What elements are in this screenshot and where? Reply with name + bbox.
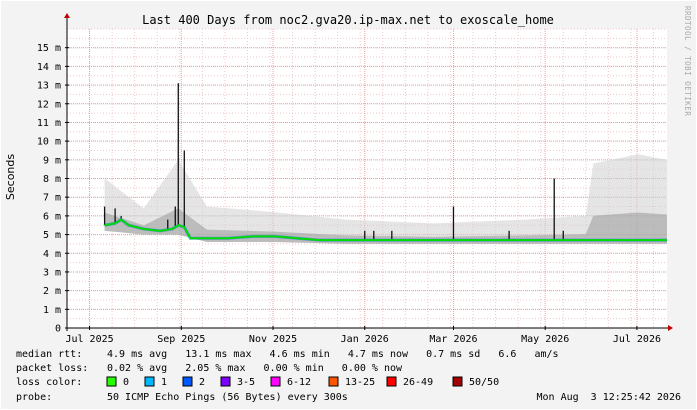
y-tick-label: 7 m	[43, 193, 61, 204]
loss-color-swatch	[106, 376, 117, 387]
loss-color-label: loss color:	[16, 377, 82, 388]
packet-loss-values: 0.02 % avg 2.05 % max 0.00 % min 0.00 % …	[107, 363, 403, 374]
timestamp: Mon Aug 3 12:25:42 2026	[537, 392, 682, 403]
loss-color-swatch	[452, 376, 463, 387]
loss-color-swatch-label: 2	[199, 377, 205, 388]
loss-color-swatch-label: 13-25	[345, 377, 375, 388]
loss-color-swatch	[182, 376, 193, 387]
loss-color-swatch	[328, 376, 339, 387]
probe-values: 50 ICMP Echo Pings (56 Bytes) every 300s	[107, 392, 348, 403]
median-rtt-label: median rtt:	[16, 349, 82, 360]
y-tick-label: 3 m	[43, 267, 61, 278]
x-tick-label: Jan 2026	[341, 334, 389, 345]
loss-color-swatch-label: 1	[161, 377, 167, 388]
chart-title: Last 400 Days from noc2.gva20.ip-max.net…	[142, 13, 554, 27]
y-tick-label: 15 m	[37, 43, 61, 54]
y-tick-label: 12 m	[37, 99, 61, 110]
x-tick-label: Jul 2026	[613, 334, 661, 345]
y-tick-label: 9 m	[43, 155, 61, 166]
loss-color-swatch-label: 0	[123, 377, 129, 388]
y-tick-label: 14 m	[37, 62, 61, 73]
y-tick-label: 6 m	[43, 211, 61, 222]
y-tick-label: 1 m	[43, 305, 61, 316]
probe-label: probe:	[16, 392, 52, 403]
rrdtool-watermark: RRDTOOL / TOBI OETIKER	[683, 6, 692, 116]
x-tick-label: Mar 2026	[429, 334, 477, 345]
loss-color-swatch	[270, 376, 281, 387]
x-tick-label: May 2026	[521, 334, 569, 345]
packet-loss-label: packet loss:	[16, 363, 88, 374]
y-axis-label: Seconds	[4, 154, 17, 200]
smokeping-graph: Last 400 Days from noc2.gva20.ip-max.net…	[0, 0, 697, 410]
loss-color-swatch-label: 3-5	[237, 377, 255, 388]
loss-color-swatch-label: 50/50	[469, 377, 499, 388]
loss-color-swatch-label: 6-12	[287, 377, 311, 388]
y-tick-label: 11 m	[37, 118, 61, 129]
median-rtt-values: 4.9 ms avg 13.1 ms max 4.6 ms min 4.7 ms…	[107, 349, 559, 360]
x-tick-label: Nov 2025	[249, 334, 297, 345]
y-tick-label: 10 m	[37, 137, 61, 148]
y-tick-label: 5 m	[43, 230, 61, 241]
loss-color-swatch	[386, 376, 397, 387]
y-tick-label: 4 m	[43, 249, 61, 260]
loss-color-swatch	[144, 376, 155, 387]
x-tick-label: Jul 2025	[65, 334, 113, 345]
x-tick-label: Sep 2025	[157, 334, 205, 345]
loss-color-swatch-label: 26-49	[403, 377, 433, 388]
y-tick-label: 2 m	[43, 286, 61, 297]
y-tick-label: 8 m	[43, 174, 61, 185]
y-tick-label: 13 m	[37, 81, 61, 92]
loss-color-swatch	[220, 376, 231, 387]
y-tick-label: 0	[55, 324, 61, 335]
